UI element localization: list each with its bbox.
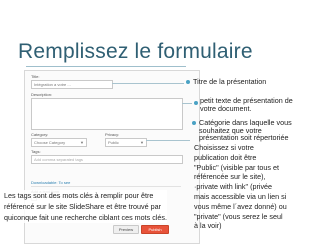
bullet-dot bbox=[186, 80, 190, 84]
tags-field-label: Tags: bbox=[31, 149, 41, 154]
privacy-callout: Choisissez si votre publication doit êtr… bbox=[194, 143, 287, 231]
preview-button[interactable]: Preview bbox=[113, 225, 139, 234]
category-pointer-line bbox=[146, 140, 190, 141]
chevron-down-icon: ▼ bbox=[140, 140, 144, 145]
title-field-label: Title: bbox=[31, 74, 40, 79]
downloadable-option[interactable]: Downloadable: To see bbox=[31, 180, 70, 185]
description-callout: petit texte de présentation de votre doc… bbox=[200, 96, 293, 113]
privacy-field-label: Privacy: bbox=[105, 132, 120, 137]
title-pointer-line bbox=[112, 83, 184, 84]
publish-button[interactable]: Publish bbox=[141, 225, 169, 234]
bullet-dot bbox=[192, 121, 196, 125]
bullet-dot bbox=[194, 101, 198, 105]
tags-callout: Les tags sont des mots clés à remplir po… bbox=[4, 190, 168, 223]
description-field-label: Description: bbox=[31, 92, 53, 97]
chevron-down-icon: ▼ bbox=[80, 140, 84, 145]
privacy-select[interactable]: Public ▼ bbox=[105, 138, 147, 147]
slide-title: Remplissez le formulaire bbox=[18, 40, 253, 63]
title-divider bbox=[26, 66, 186, 67]
category-select-value: Choose Category bbox=[34, 140, 66, 145]
title-input-value: Intégration a votre ... bbox=[34, 82, 71, 87]
description-textarea[interactable] bbox=[31, 98, 183, 130]
title-input[interactable]: Intégration a votre ... bbox=[31, 80, 113, 89]
options-divider bbox=[31, 186, 181, 187]
tags-input[interactable]: Add comma separated tags bbox=[31, 155, 183, 164]
category-field-label: Category: bbox=[31, 132, 49, 137]
tags-input-placeholder: Add comma separated tags bbox=[34, 157, 83, 162]
description-pointer-line bbox=[182, 103, 192, 104]
title-callout: Titre de la présentation bbox=[193, 77, 267, 86]
category-select[interactable]: Choose Category ▼ bbox=[31, 138, 87, 147]
category-callout: Catégorie dans laquelle vous souhaitez q… bbox=[199, 118, 292, 143]
